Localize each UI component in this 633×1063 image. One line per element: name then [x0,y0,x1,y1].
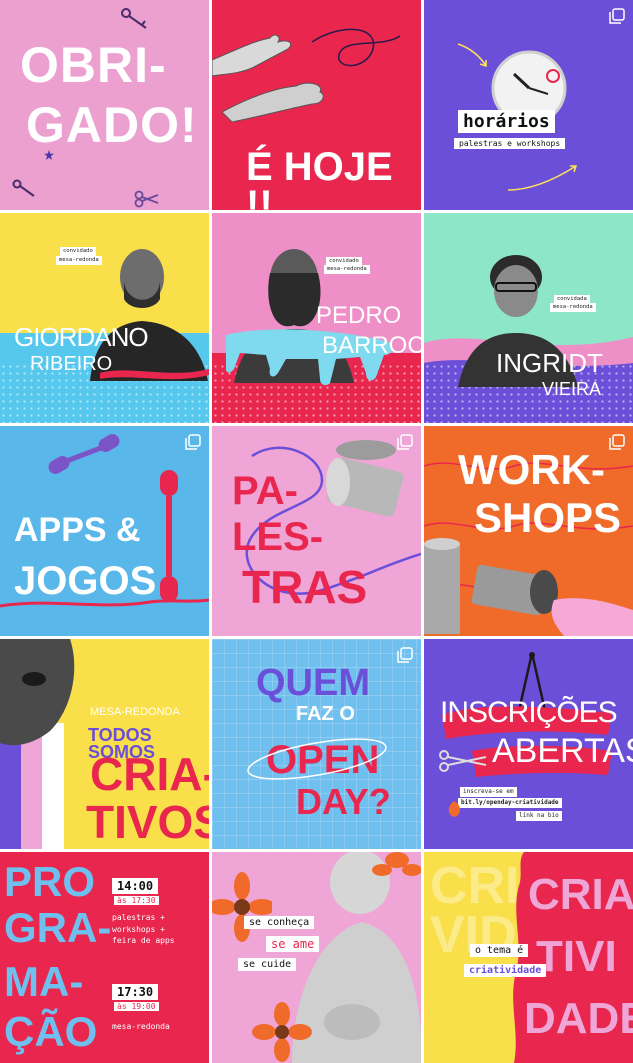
quem-line2: FAZ O [296,703,355,725]
arrow-doodle [457,43,487,68]
hand-image [212,28,401,122]
flower-icon [212,872,272,942]
programacao-big4: ÇÃO [4,1008,98,1055]
post-ingridt[interactable]: convidada mesa-redonda INGRIDT VIEIRA [424,213,633,423]
palestras-line1: PA- [232,469,298,513]
inscricoes-bio-note: link na bio [516,811,562,821]
face-photo [0,639,75,746]
phone-icon [48,434,120,474]
post-horarios[interactable]: horários palestras e workshops [424,0,633,210]
guest-last-name: BARROCA [322,332,421,359]
pencil-shavings-icon [448,801,460,817]
apps-line1: APPS & [14,511,141,549]
scissors-icon [439,750,487,772]
post-tema-criatividade[interactable]: CRIA-TIVIDADE CRIA- TIVI DADE o tema é c… [424,852,633,1063]
flower-icon [252,1002,312,1062]
tema-label: o tema é [470,944,529,957]
guest-tag-event: mesa-redonda [56,256,102,265]
red-wave [100,369,209,380]
guest-tag-role: convidado [60,247,96,256]
key-icon [121,8,147,29]
se-conheca-line1: se conheça [244,916,315,929]
post-obrigado[interactable]: OBRI- GADO! [0,0,209,210]
inscricoes-link[interactable]: bit.ly/openday-criatividade [458,798,562,808]
post-todos-somos-criativos[interactable]: MESA-REDONDA TODOS SOMOS CRIA- TIVOS [0,639,209,849]
workshops-line2: SHOPS [474,494,622,541]
tema-fg-line1: CRIA- [528,870,633,919]
tema-value: criatividade [464,964,547,977]
schedule-time-1: 14:00 [112,878,159,894]
star-icon [44,150,54,160]
multi-photo-icon [609,8,625,24]
instagram-profile-grid: OBRI- GADO! É HOJE !! horários palestras… [0,0,633,1063]
programacao-big3: MA- [4,958,84,1005]
tin-can-image [424,538,633,636]
guest-tag-event: mesa-redonda [550,303,596,312]
guest-first-name: INGRIDT [496,348,603,378]
post-programacao[interactable]: PRO GRA- MA- ÇÃO 14:00 às 17:30 palestra… [0,852,209,1063]
inscricoes-note: inscreva-se em [460,787,517,797]
post-e-hoje[interactable]: É HOJE !! [212,0,421,210]
post-giordano[interactable]: convidado mesa-redonda GIORDANO RIBEIRO [0,213,209,423]
horarios-title: horários [458,110,555,133]
multi-photo-icon [397,647,413,663]
guest-last-name: VIEIRA [542,379,602,399]
guest-tag-event: mesa-redonda [324,265,370,274]
post-apps-jogos[interactable]: APPS & JOGOS [0,426,209,636]
red-cord [0,598,209,608]
post-pedro[interactable]: convidado mesa-redonda PEDRO BARROCA [212,213,421,423]
se-conheca-line3: se cuide [238,958,297,971]
key-icon [12,179,35,197]
schedule-until-1: às 17:30 [114,896,159,905]
post-palestras[interactable]: PA- LES- TRAS [212,426,421,636]
obrigado-title-line2: GADO! [26,97,198,153]
quem-line4: DAY? [296,781,391,822]
quem-line1: QUEM [256,662,370,704]
flower-icon [372,852,421,876]
palestras-line2: LES- [232,515,324,559]
guest-first-name: GIORDANO [14,322,149,352]
criativos-kicker: MESA-REDONDA [90,706,180,718]
schedule-desc-1: palestras + workshops + feira de apps [112,913,175,946]
se-conheca-line2: se ame [266,936,320,952]
arrow-doodle [507,165,578,191]
programacao-big2: GRA- [4,904,112,951]
post-quem-faz[interactable]: QUEM FAZ O OPEN DAY? [212,639,421,849]
inscricoes-line1: INSCRIÇÕES [440,696,618,729]
schedule-time-2: 17:30 [112,984,159,1000]
criativos-line2: CRIA- [90,748,209,800]
post-workshops[interactable]: WORK- SHOPS [424,426,633,636]
hoje-title: É HOJE !! [246,145,393,210]
scissors-icon [134,190,159,208]
criativos-line3: TIVOS [86,796,209,848]
post-inscricoes[interactable]: INSCRIÇÕES ABERTAS inscreva-se em bit.ly… [424,639,633,849]
multi-photo-icon [185,434,201,450]
tema-fg-line3: DADE [524,994,633,1043]
workshops-line1: WORK- [458,446,605,493]
guest-first-name: PEDRO [316,302,402,329]
inscricoes-line2: ABERTAS [492,732,633,770]
tema-fg-line2: TIVI [536,932,617,981]
schedule-until-2: às 19:00 [114,1002,159,1011]
obrigado-title-line1: OBRI- [20,37,167,93]
palestras-line3: TRAS [242,561,368,613]
schedule-desc-2: mesa-redonda [112,1022,170,1031]
orbit-doodle [247,738,387,780]
programacao-big1: PRO [4,858,96,905]
post-se-conheca[interactable]: se conheça se ame se cuide [212,852,421,1063]
horarios-subtitle: palestras e workshops [454,138,566,149]
